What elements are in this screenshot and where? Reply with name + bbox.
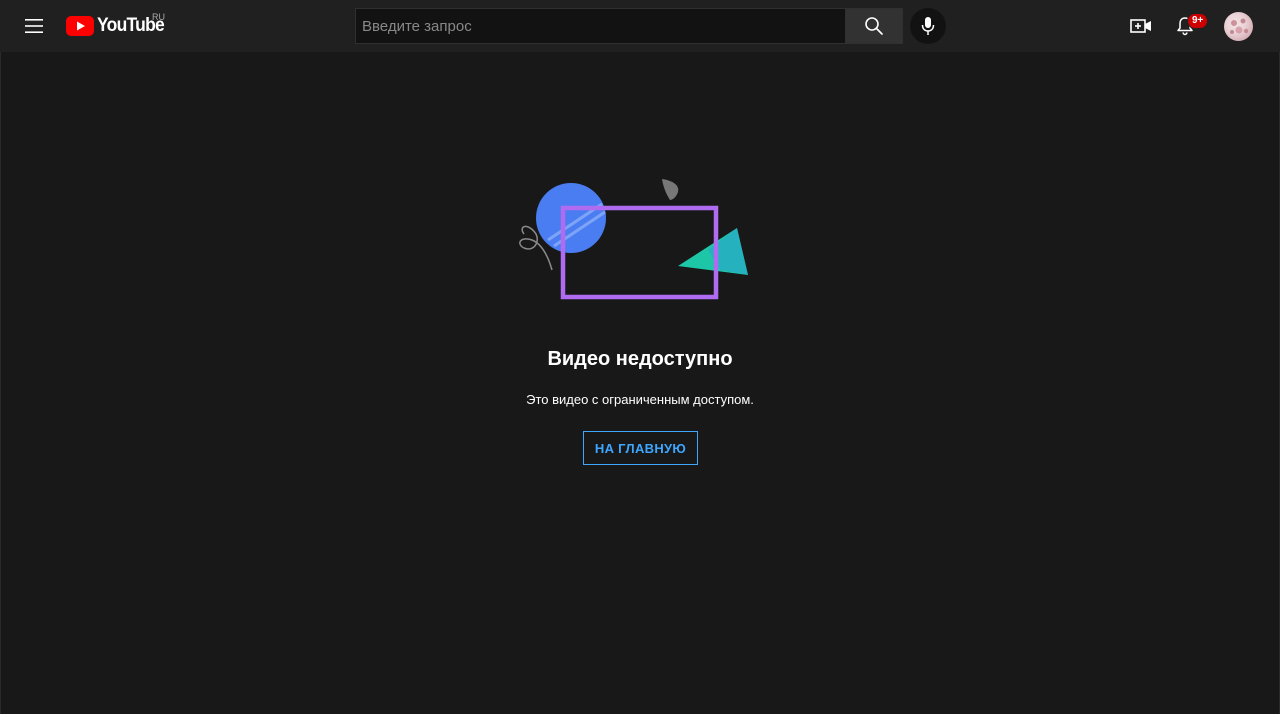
youtube-play-icon (66, 16, 94, 36)
hamburger-menu-icon (25, 19, 43, 33)
search-box (355, 8, 846, 44)
error-message: Это видео с ограниченным доступом. (526, 392, 754, 407)
search-input[interactable] (356, 9, 845, 43)
masthead: YouTube RU 9+ (0, 0, 1280, 52)
search-button[interactable] (845, 8, 903, 44)
menu-button[interactable] (14, 6, 54, 46)
voice-search-button[interactable] (910, 8, 946, 44)
video-unavailable-illustration (519, 179, 748, 300)
teal-triangle-shape (678, 228, 748, 275)
avatar-image (1230, 18, 1249, 34)
grey-drop-shape (662, 179, 679, 200)
video-camera-plus-icon (1130, 19, 1151, 33)
create-video-button[interactable] (1121, 6, 1161, 46)
country-code: RU (152, 12, 165, 22)
main-content: Видео недоступно Это видео с ограниченны… (0, 52, 1280, 714)
notifications-button[interactable]: 9+ (1165, 6, 1209, 46)
notifications-badge: 9+ (1187, 13, 1209, 29)
microphone-icon (921, 17, 935, 35)
search-icon (865, 17, 883, 35)
error-title: Видео недоступно (547, 348, 733, 370)
blue-circle-shape (536, 183, 606, 253)
youtube-logo[interactable]: YouTube RU (66, 12, 170, 38)
go-home-button[interactable]: НА ГЛАВНУЮ (583, 431, 698, 465)
account-avatar[interactable] (1224, 12, 1253, 41)
